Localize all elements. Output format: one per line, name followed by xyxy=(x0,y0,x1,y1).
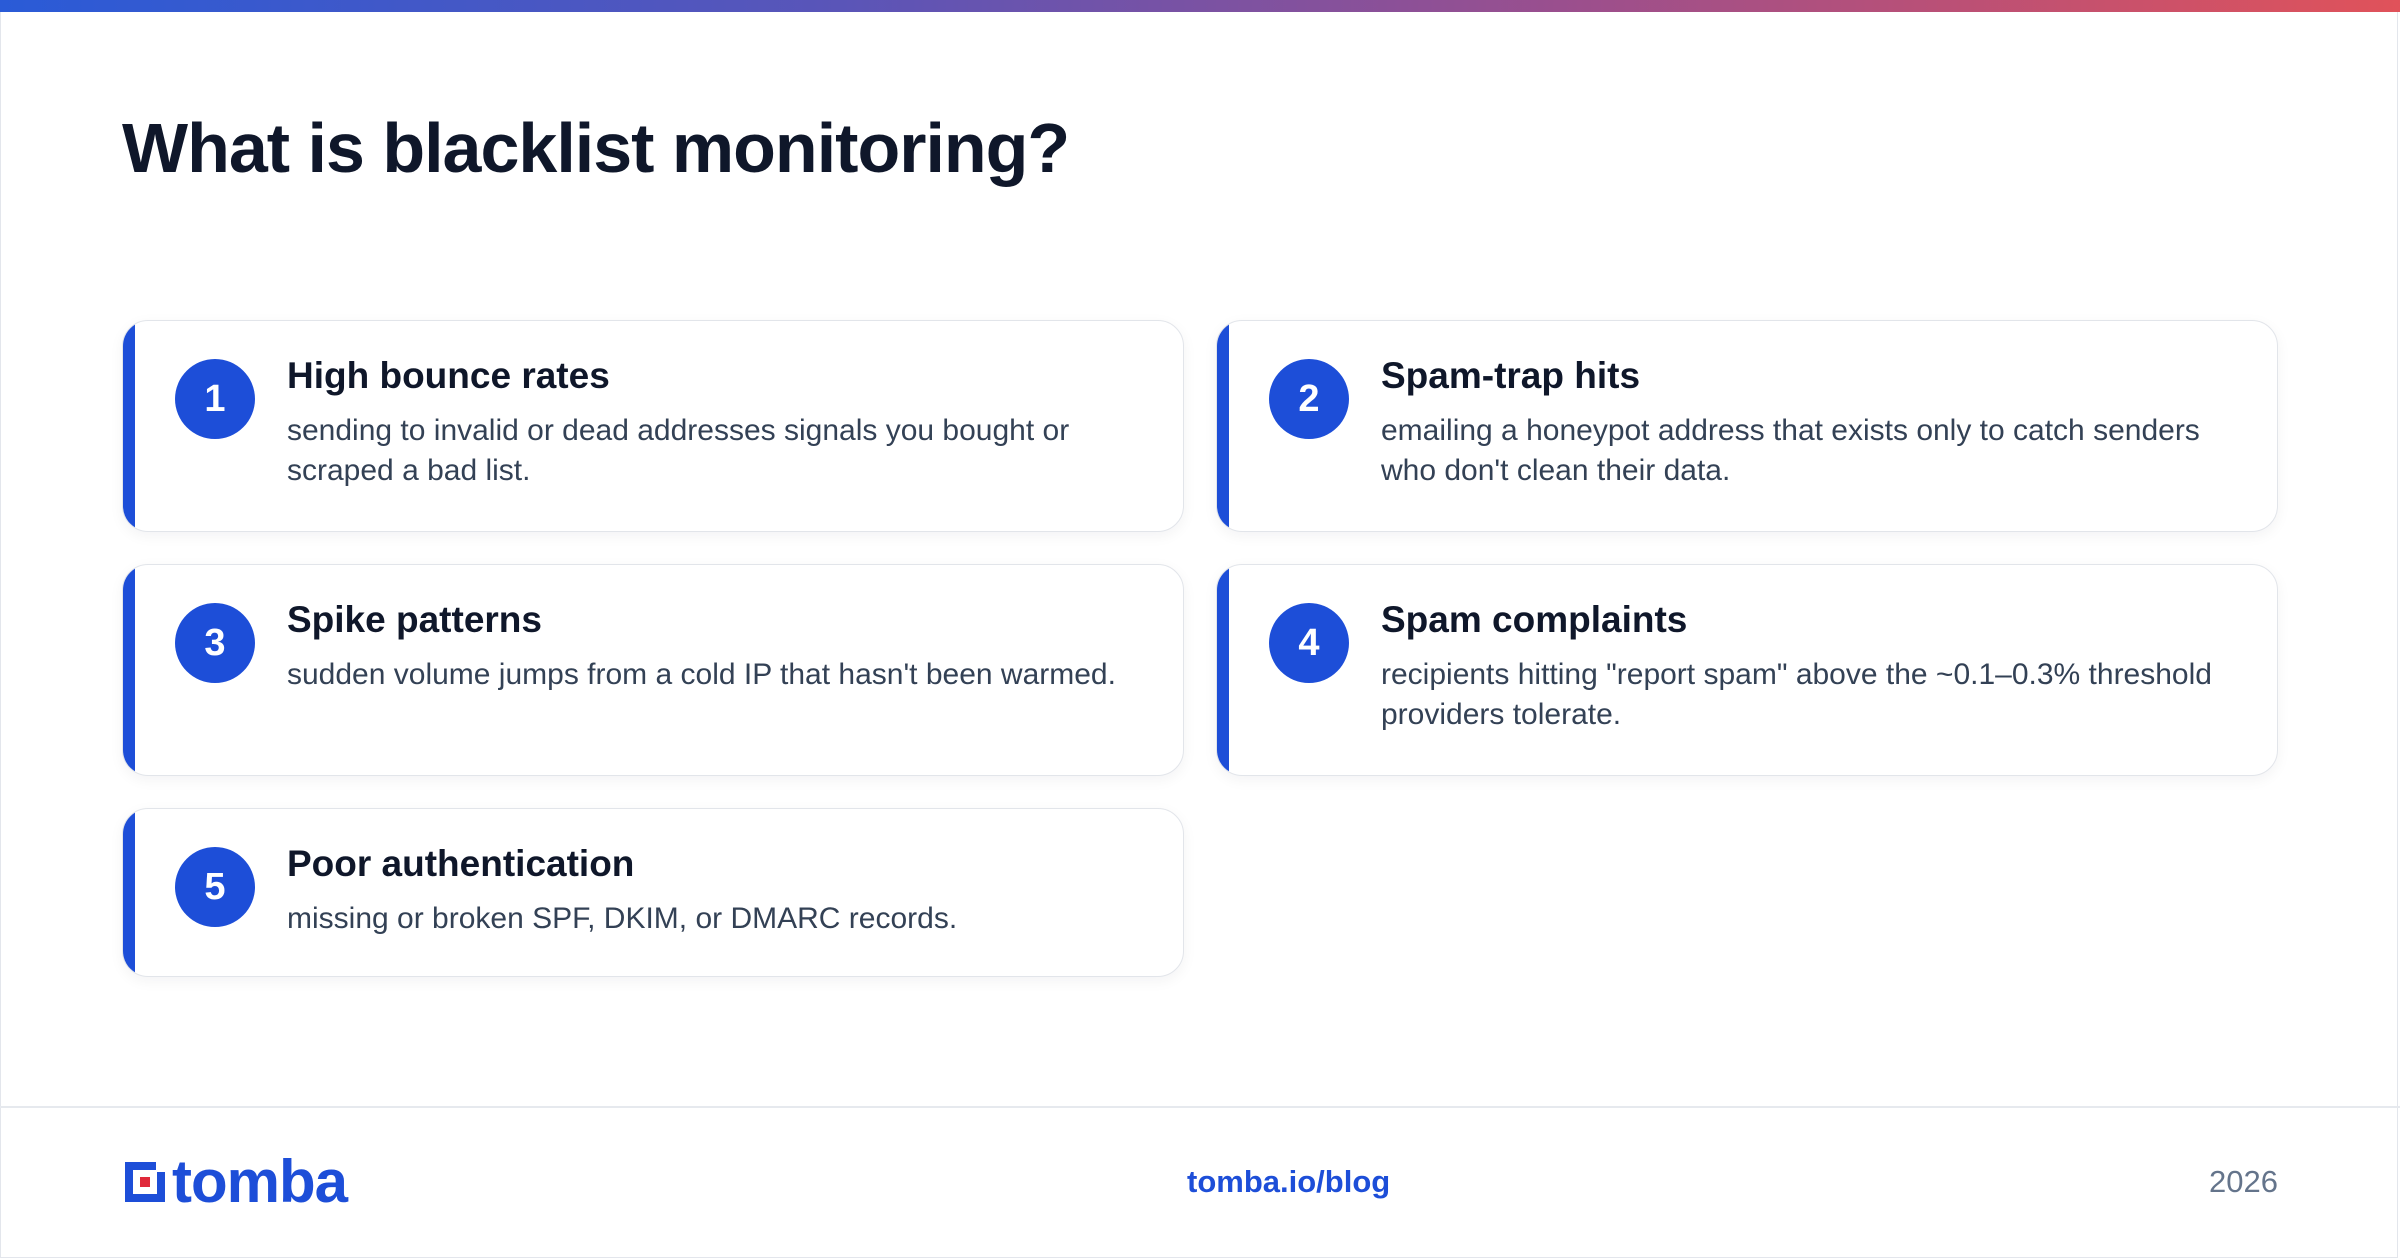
card-title: High bounce rates xyxy=(287,355,610,396)
number-badge: 2 xyxy=(1269,359,1349,439)
number-badge: 3 xyxy=(175,603,255,683)
card-description: sudden volume jumps from a cold IP that … xyxy=(287,658,1116,691)
tomba-logo-icon xyxy=(125,1162,165,1202)
top-gradient-bar xyxy=(0,0,2400,12)
footer-year: 2026 xyxy=(2209,1164,2278,1199)
reason-card-2: 2 Spam-trap hits emailing a honeypot add… xyxy=(1216,320,2278,532)
card-title: Spam-trap hits xyxy=(1381,355,1641,396)
number-badge: 4 xyxy=(1269,603,1349,683)
number-badge: 5 xyxy=(175,847,255,927)
logo-wordmark: tomba xyxy=(172,1148,348,1215)
reason-card-5: 5 Poor authentication missing or broken … xyxy=(122,808,1184,977)
blog-link[interactable]: tomba.io/blog xyxy=(1187,1164,1390,1200)
reason-card-3: 3 Spike patterns sudden volume jumps fro… xyxy=(122,564,1184,776)
card-description: sending to invalid or dead addresses sig… xyxy=(287,414,1070,487)
card-title: Spam complaints xyxy=(1381,599,1688,640)
tomba-logo[interactable]: tomba xyxy=(122,1148,348,1215)
footer-divider xyxy=(0,1106,2400,1108)
card-title: Poor authentication xyxy=(287,843,635,884)
card-title: Spike patterns xyxy=(287,599,542,640)
number-badge: 1 xyxy=(175,359,255,439)
card-description: recipients hitting "report spam" above t… xyxy=(1381,658,2212,731)
card-description: emailing a honeypot address that exists … xyxy=(1381,414,2200,487)
card-description: missing or broken SPF, DKIM, or DMARC re… xyxy=(287,902,958,935)
reason-card-1: 1 High bounce rates sending to invalid o… xyxy=(122,320,1184,532)
reason-card-4: 4 Spam complaints recipients hitting "re… xyxy=(1216,564,2278,776)
page-title: What is blacklist monitoring? xyxy=(122,109,1070,187)
